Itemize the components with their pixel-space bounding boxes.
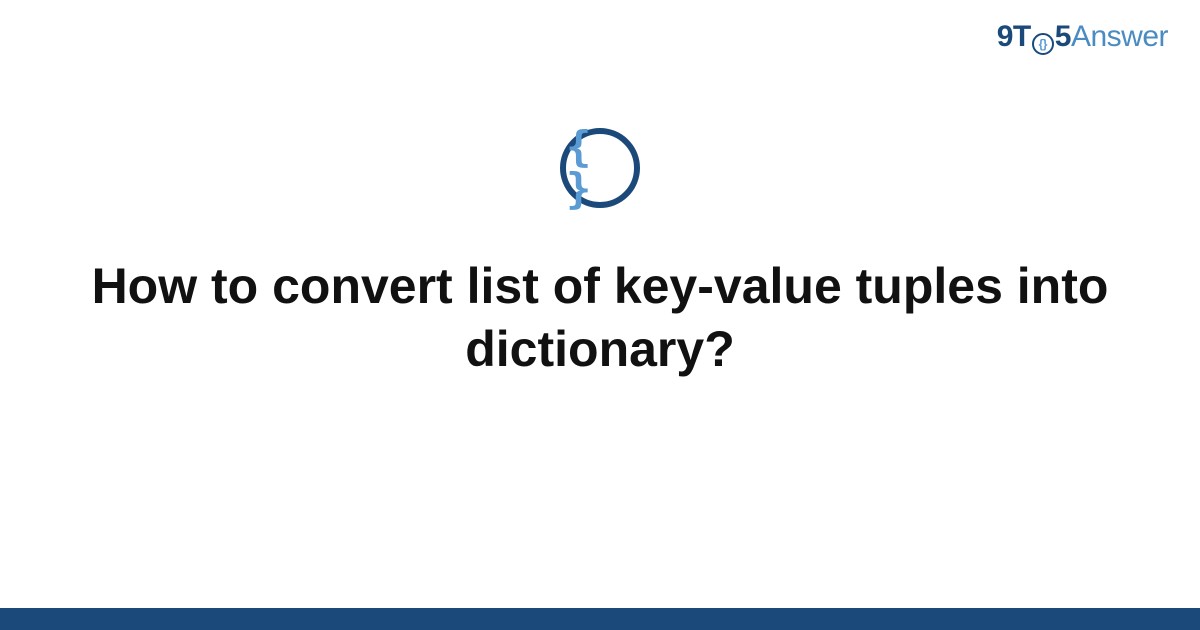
footer-accent-bar [0, 608, 1200, 630]
brand-part3: Answer [1071, 20, 1168, 53]
brand-part2: 5 [1055, 20, 1071, 53]
braces-icon: { } [560, 128, 640, 208]
brand-part1: 9T [997, 20, 1031, 53]
brand-logo: 9T{}5Answer [997, 20, 1168, 54]
page-title: How to convert list of key-value tuples … [0, 255, 1200, 380]
braces-glyph: { } [566, 126, 634, 210]
brand-zero-icon: {} [1031, 20, 1055, 54]
